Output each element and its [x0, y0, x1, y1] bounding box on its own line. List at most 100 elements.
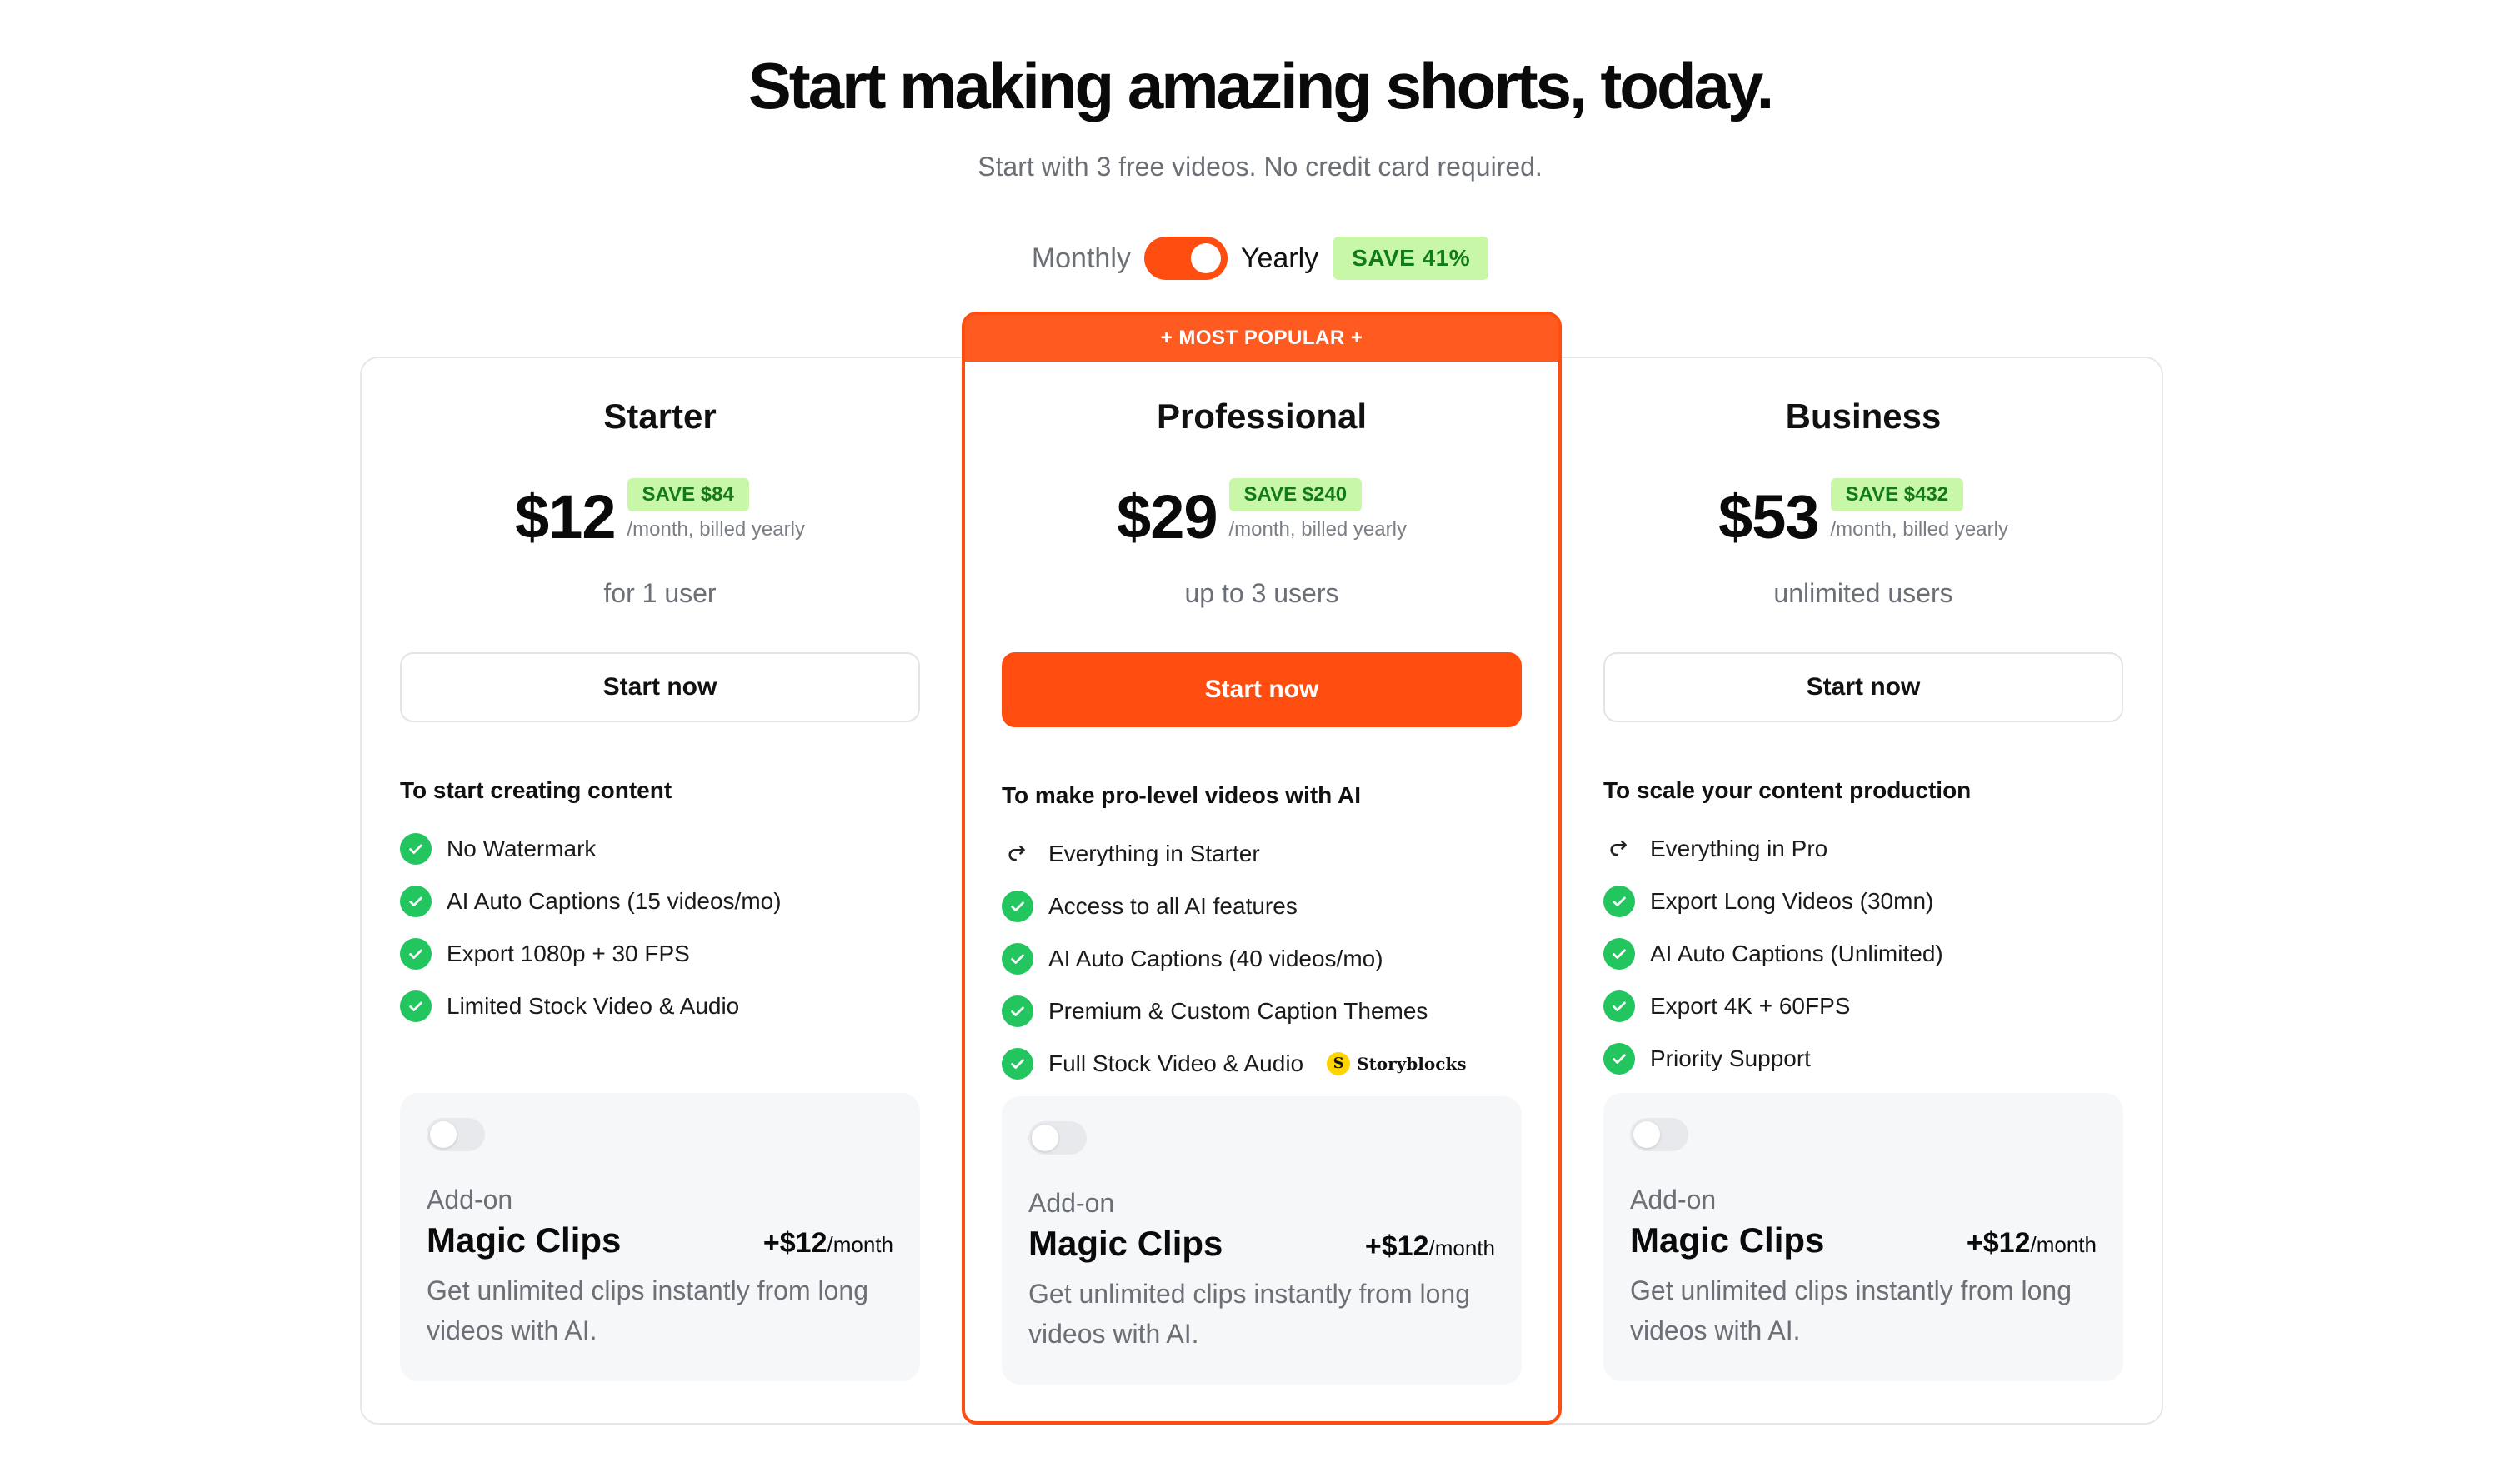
- addon-description: Get unlimited clips instantly from long …: [1630, 1275, 2072, 1345]
- addon-price-unit: /month: [2030, 1232, 2098, 1257]
- plan-users: up to 3 users: [1184, 578, 1339, 608]
- start-now-button-professional[interactable]: Start now: [1002, 652, 1522, 727]
- feature-item: Everything in Pro: [1603, 822, 2123, 875]
- plan-card-professional: + MOST POPULAR + Professional $29 SAVE $…: [962, 312, 1562, 1425]
- feature-list: Everything in Pro Export Long Videos (30…: [1603, 822, 2123, 1085]
- addon-toggle[interactable]: [1028, 1121, 1087, 1155]
- feature-list: No Watermark AI Auto Captions (15 videos…: [400, 822, 920, 1032]
- plan-name: Business: [1785, 397, 1942, 436]
- feature-item: Export 1080p + 30 FPS: [400, 927, 920, 980]
- plan-users: unlimited users: [1773, 578, 1953, 608]
- addon-name: Magic Clips: [1028, 1224, 1223, 1263]
- redo-arrow-icon: [1002, 838, 1033, 870]
- feature-text: AI Auto Captions (Unlimited): [1650, 940, 1943, 966]
- feature-item: Access to all AI features: [1002, 880, 1522, 932]
- plan-save-badge: SAVE $432: [1830, 478, 1964, 511]
- billing-period-note: /month, billed yearly: [1830, 518, 2008, 541]
- page-title: Start making amazing shorts, today.: [748, 49, 1775, 122]
- addon-price-value: +$12: [1364, 1230, 1429, 1262]
- check-icon: [400, 832, 432, 865]
- feature-list: Everything in Starter Access to all AI f…: [1002, 827, 1522, 1090]
- feature-text: Full Stock Video & Audio: [1048, 1050, 1304, 1076]
- addon-toggle[interactable]: [427, 1118, 485, 1151]
- plan-save-badge: SAVE $240: [1228, 478, 1362, 511]
- check-icon: [1002, 890, 1033, 922]
- billing-toggle[interactable]: [1143, 237, 1228, 280]
- toggle-knob: [1032, 1125, 1058, 1151]
- monthly-label[interactable]: Monthly: [1032, 242, 1131, 275]
- addon-toggle[interactable]: [1630, 1118, 1688, 1151]
- feature-text: Export 4K + 60FPS: [1650, 992, 1851, 1019]
- feature-item: Everything in Starter: [1002, 827, 1522, 880]
- feature-item: AI Auto Captions (40 videos/mo): [1002, 932, 1522, 985]
- feature-item: Export 4K + 60FPS: [1603, 980, 2123, 1032]
- partner-name: Storyblocks: [1357, 1053, 1467, 1074]
- feature-text: Everything in Starter: [1048, 840, 1260, 866]
- billing-period-note: /month, billed yearly: [627, 518, 805, 541]
- addon-price-value: +$12: [762, 1227, 828, 1259]
- feature-text: Premium & Custom Caption Themes: [1048, 997, 1428, 1024]
- yearly-label[interactable]: Yearly: [1241, 242, 1318, 275]
- feature-text: Priority Support: [1650, 1045, 1811, 1071]
- feature-item: AI Auto Captions (15 videos/mo): [400, 875, 920, 927]
- toggle-knob: [430, 1121, 457, 1148]
- addon-price: +$12/month: [1365, 1230, 1495, 1263]
- check-icon: [1002, 1047, 1033, 1080]
- addon-price: +$12/month: [763, 1227, 893, 1260]
- most-popular-banner: + MOST POPULAR +: [965, 315, 1558, 362]
- check-icon: [1002, 995, 1033, 1027]
- addon-label: Add-on: [427, 1185, 513, 1215]
- feature-text: No Watermark: [447, 835, 597, 861]
- price-row: $12 SAVE $84 /month, billed yearly: [400, 478, 920, 548]
- feature-item: Export Long Videos (30mn): [1603, 875, 2123, 927]
- addon-name: Magic Clips: [1630, 1220, 1825, 1260]
- addon-magic-clips: Add-on Magic Clips +$12/month Get unlimi…: [1002, 1096, 1522, 1385]
- check-icon: [1603, 1042, 1635, 1075]
- toggle-knob: [1633, 1121, 1660, 1148]
- check-icon: [1603, 937, 1635, 970]
- feature-item: Premium & Custom Caption Themes: [1002, 985, 1522, 1037]
- plan-price: $12: [515, 482, 616, 551]
- feature-text: Export Long Videos (30mn): [1650, 887, 1934, 914]
- plan-card-business: Business $53 SAVE $432 /month, billed ye…: [1563, 357, 2163, 1425]
- plan-users: for 1 user: [603, 578, 717, 608]
- feature-item: No Watermark: [400, 822, 920, 875]
- feature-text: Access to all AI features: [1048, 892, 1298, 919]
- addon-description: Get unlimited clips instantly from long …: [427, 1275, 868, 1345]
- plan-card-starter: Starter $12 SAVE $84 /month, billed year…: [360, 357, 960, 1425]
- check-icon: [1603, 885, 1635, 917]
- plan-save-badge: SAVE $84: [627, 478, 749, 511]
- addon-magic-clips: Add-on Magic Clips +$12/month Get unlimi…: [400, 1093, 920, 1381]
- addon-magic-clips: Add-on Magic Clips +$12/month Get unlimi…: [1603, 1093, 2123, 1381]
- addon-name: Magic Clips: [427, 1220, 622, 1260]
- feature-text: Export 1080p + 30 FPS: [447, 940, 690, 966]
- addon-label: Add-on: [1028, 1188, 1115, 1218]
- features-title: To scale your content production: [1603, 777, 1972, 803]
- storyblocks-logo: S Storyblocks: [1327, 1051, 1467, 1075]
- feature-text: Limited Stock Video & Audio: [447, 992, 740, 1019]
- check-icon: [1603, 990, 1635, 1022]
- addon-description: Get unlimited clips instantly from long …: [1028, 1279, 1470, 1349]
- feature-item: Full Stock Video & Audio S Storyblocks: [1002, 1037, 1522, 1090]
- plan-price: $29: [1117, 482, 1218, 551]
- features-title: To start creating content: [400, 777, 672, 803]
- features-title: To make pro-level videos with AI: [1002, 782, 1361, 808]
- start-now-button-starter[interactable]: Start now: [400, 652, 920, 722]
- addon-price-value: +$12: [1966, 1227, 2031, 1259]
- plan-name: Professional: [1156, 397, 1368, 436]
- billing-period-note: /month, billed yearly: [1228, 518, 1407, 541]
- feature-item: Priority Support: [1603, 1032, 2123, 1085]
- start-now-button-business[interactable]: Start now: [1603, 652, 2123, 722]
- storyblocks-mark-icon: S: [1327, 1051, 1351, 1075]
- check-icon: [400, 885, 432, 917]
- billing-period-switch: Monthly Yearly SAVE 41%: [0, 237, 2520, 280]
- price-row: $29 SAVE $240 /month, billed yearly: [1002, 478, 1522, 548]
- addon-price: +$12/month: [1967, 1227, 2097, 1260]
- price-row: $53 SAVE $432 /month, billed yearly: [1603, 478, 2123, 548]
- plan-price: $53: [1718, 482, 1819, 551]
- check-icon: [1002, 942, 1033, 975]
- plan-name: Starter: [603, 397, 717, 436]
- redo-arrow-icon: [1603, 833, 1635, 865]
- check-icon: [400, 990, 432, 1022]
- yearly-save-badge: SAVE 41%: [1333, 237, 1489, 280]
